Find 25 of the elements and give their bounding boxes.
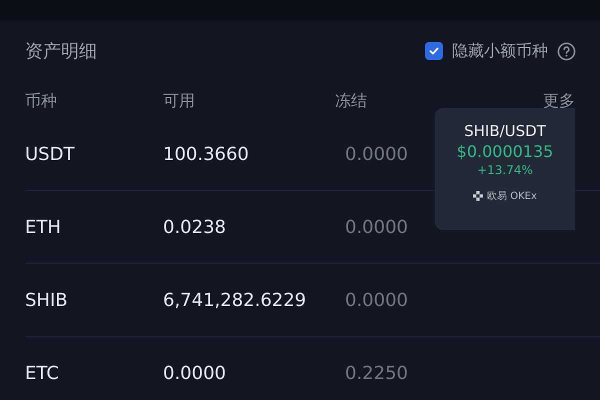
checkbox-label[interactable]: 隐藏小额币种 — [452, 40, 548, 62]
help-icon[interactable] — [557, 42, 576, 60]
table-cell-text: 0.0000 — [163, 362, 227, 384]
table-cell-text: 6,741,282.6229 — [163, 290, 308, 310]
column-header: 冻结 — [335, 90, 368, 112]
ticker-change: +13.74% — [477, 163, 533, 177]
table-cell-text: ETH — [25, 216, 62, 238]
ticker-pair: SHIB/USDT — [464, 122, 546, 140]
section-title: 资产明细 — [25, 40, 97, 63]
column-header: 币种 — [25, 90, 58, 112]
table-cell-text: 0.0238 — [163, 216, 227, 238]
column-header: 可用 — [163, 90, 196, 112]
table-cell-text: 0.0000 — [344, 290, 409, 310]
brand-name: 欧易 OKEx — [487, 190, 537, 203]
table-cell-text: USDT — [25, 144, 76, 164]
table-cell-text: 0.0000 — [344, 216, 409, 238]
table-cell-text: 0.2250 — [344, 362, 409, 384]
check-icon — [428, 45, 440, 57]
table-cell-text: SHIB — [25, 290, 69, 310]
checkbox[interactable] — [425, 42, 443, 60]
table-cell-text: 100.3660 — [163, 144, 250, 164]
ticker-price: $0.0000135 — [456, 142, 554, 161]
table-cell-text: ETC — [25, 362, 60, 384]
logo-icon — [473, 191, 484, 201]
column-header[interactable]: 更多 — [543, 90, 575, 112]
